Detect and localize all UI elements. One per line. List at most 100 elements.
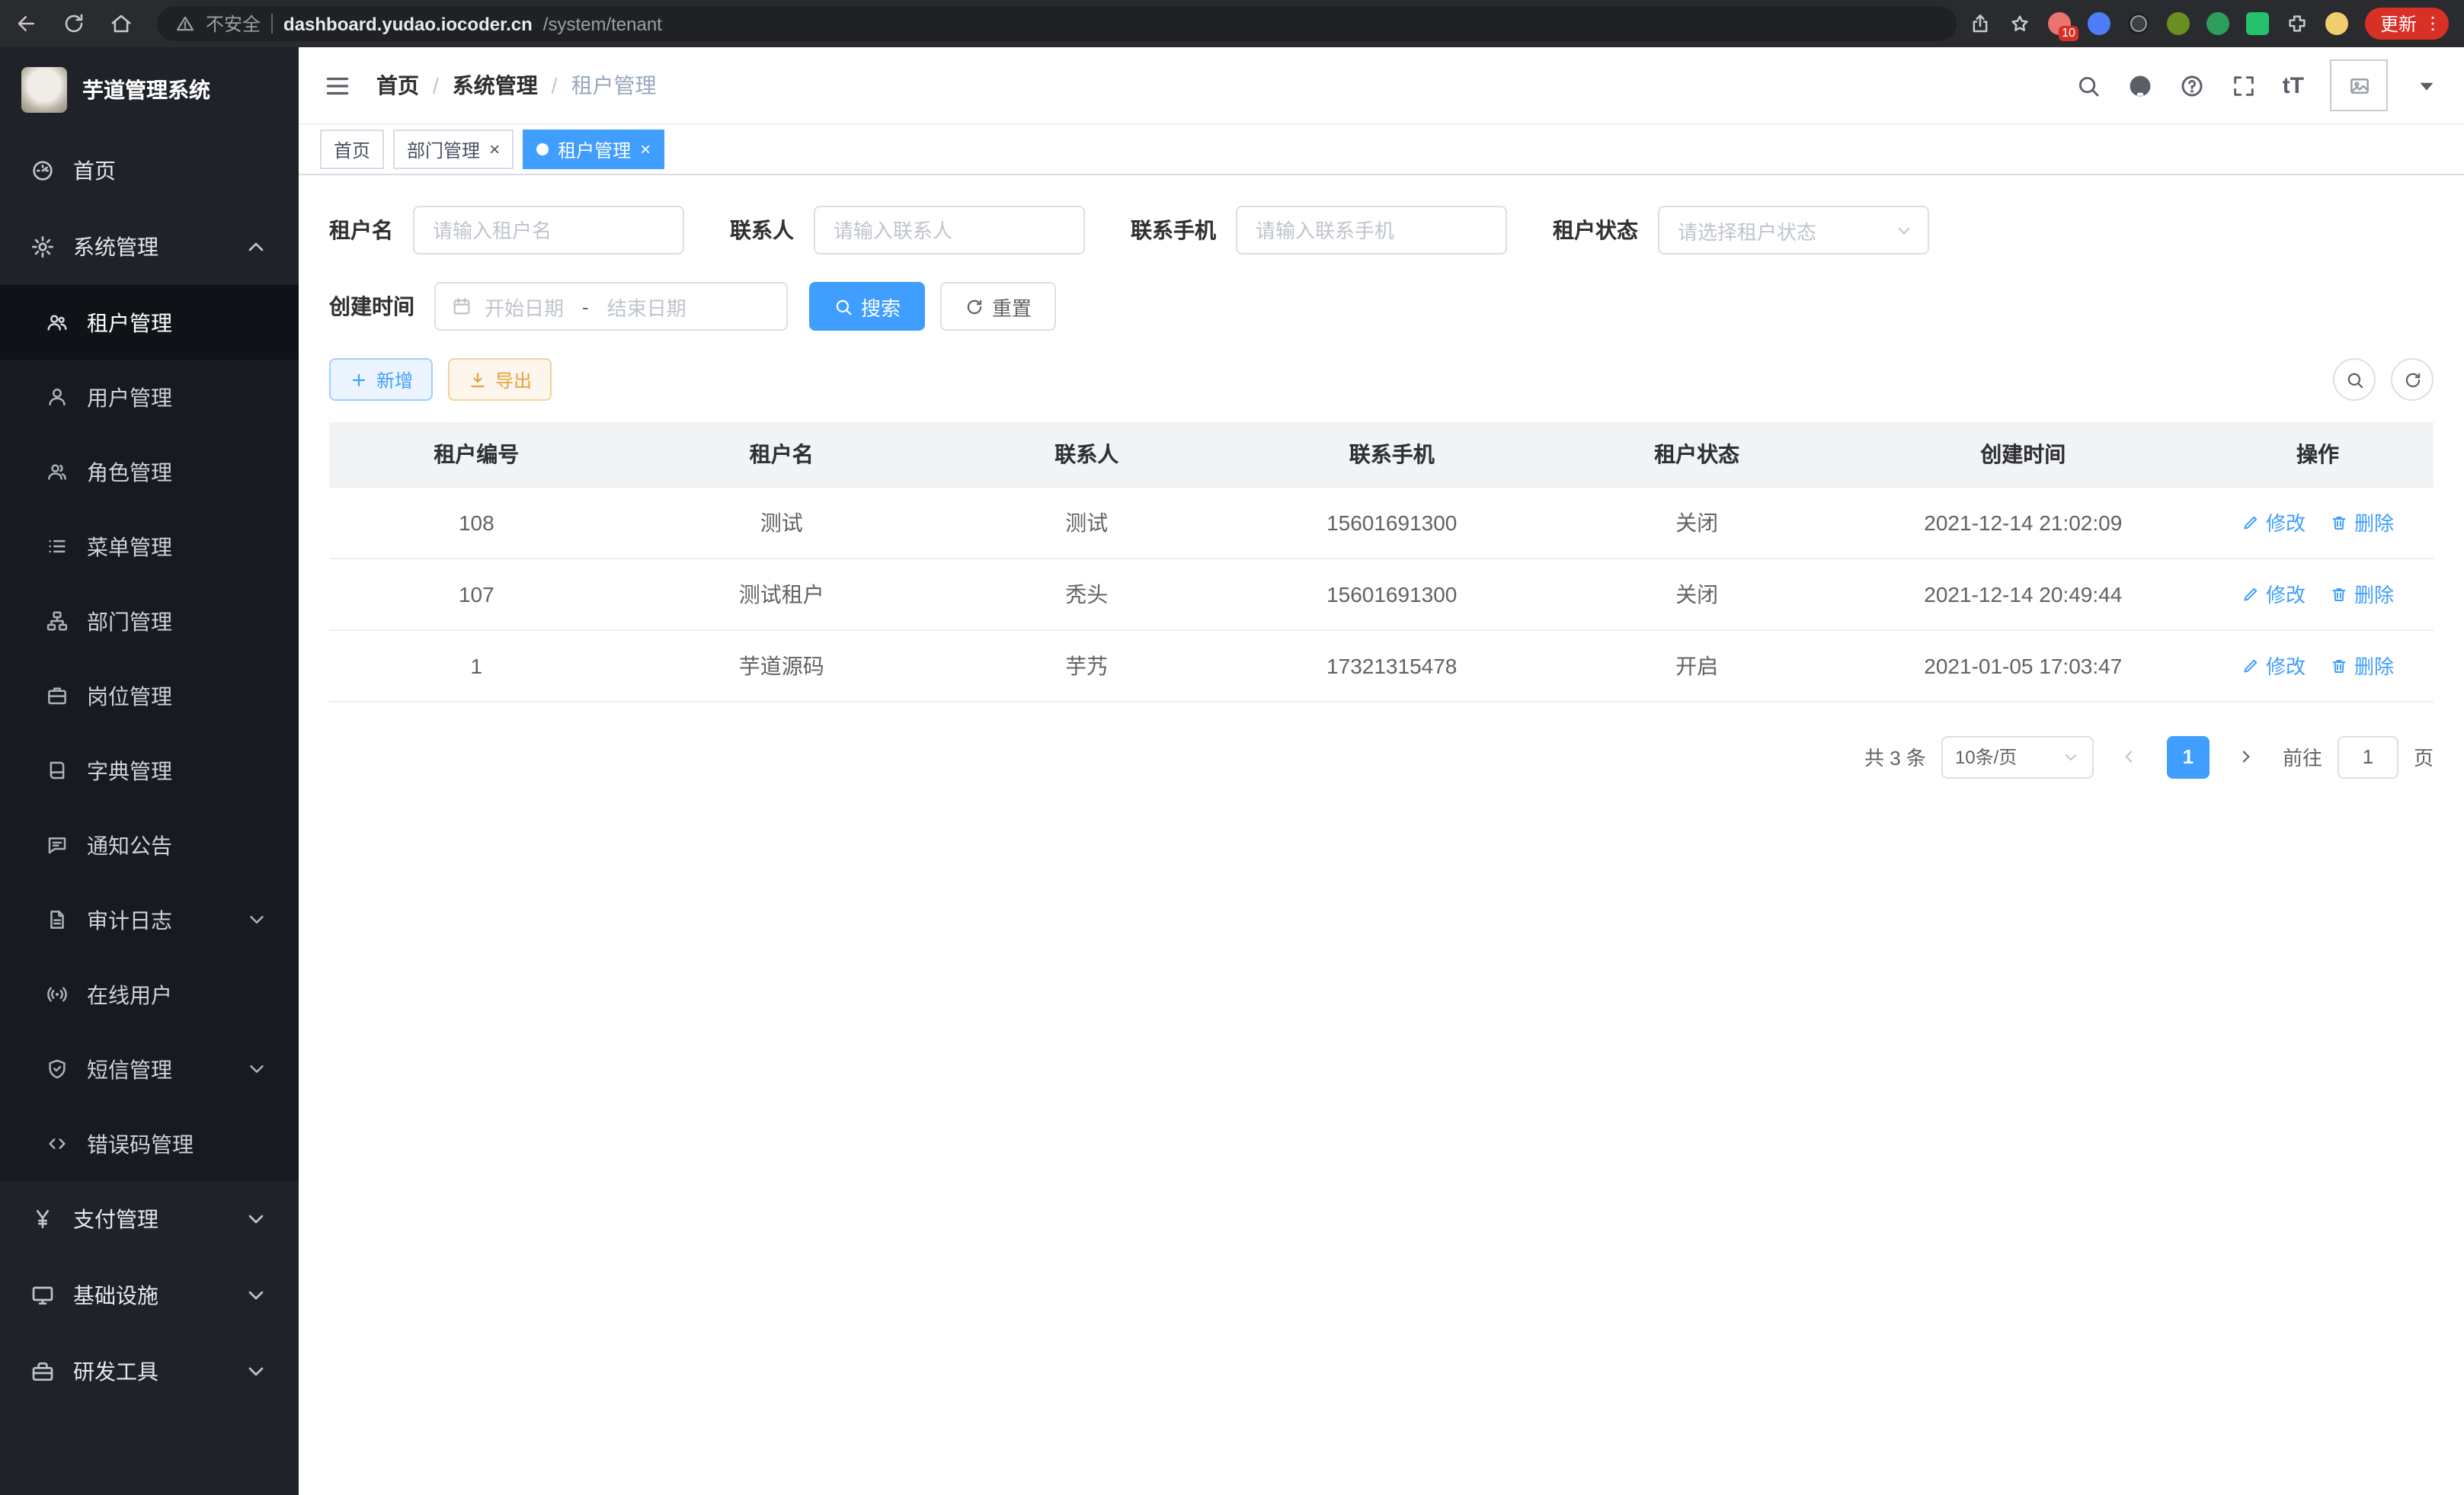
sidebar-item-post[interactable]: 岗位管理 bbox=[0, 658, 299, 733]
sidebar-item-error-code[interactable]: 错误码管理 bbox=[0, 1106, 299, 1181]
breadcrumb-item[interactable]: 首页 bbox=[376, 70, 419, 101]
prev-page-button[interactable] bbox=[2109, 735, 2152, 778]
github-icon[interactable] bbox=[2127, 72, 2153, 98]
sidebar-item-tenant[interactable]: 租户管理 bbox=[0, 285, 299, 360]
tenant-name-input[interactable] bbox=[413, 206, 684, 255]
close-icon[interactable]: × bbox=[640, 140, 651, 158]
delete-button[interactable]: 删除 bbox=[2330, 507, 2394, 536]
profile-avatar[interactable] bbox=[2325, 12, 2348, 35]
edit-button[interactable]: 修改 bbox=[2242, 651, 2306, 680]
user-avatar[interactable] bbox=[2330, 59, 2388, 111]
extension-icon[interactable] bbox=[2167, 12, 2190, 35]
sidebar-item-label: 错误码管理 bbox=[87, 1128, 194, 1159]
browser-menu-icon[interactable] bbox=[2423, 14, 2443, 34]
sidebar-item-pay[interactable]: 支付管理 bbox=[0, 1181, 299, 1257]
sidebar-item-audit-log[interactable]: 审计日志 bbox=[0, 882, 299, 957]
add-button[interactable]: 新增 bbox=[329, 358, 433, 401]
sidebar-item-label: 部门管理 bbox=[87, 606, 172, 636]
sidebar-item-sms[interactable]: 短信管理 bbox=[0, 1032, 299, 1106]
tab-label: 首页 bbox=[334, 136, 370, 162]
extension-icon[interactable] bbox=[2206, 12, 2229, 35]
goto-page-input[interactable] bbox=[2338, 735, 2398, 778]
sidebar-item-notice[interactable]: 通知公告 bbox=[0, 808, 299, 882]
export-button[interactable]: 导出 bbox=[448, 358, 552, 401]
extension-icon[interactable] bbox=[2246, 12, 2269, 35]
sidebar-item-devtool[interactable]: 研发工具 bbox=[0, 1333, 299, 1410]
tab-tenant[interactable]: 租户管理× bbox=[523, 130, 664, 169]
next-page-button[interactable] bbox=[2225, 735, 2267, 778]
sidebar-item-menu[interactable]: 菜单管理 bbox=[0, 509, 299, 584]
sidebar-toggle-icon[interactable] bbox=[323, 71, 352, 100]
browser-back-icon[interactable] bbox=[15, 12, 38, 35]
browser-update-button[interactable]: 更新 bbox=[2365, 8, 2449, 40]
create-time-range-picker[interactable]: 开始日期 - 结束日期 bbox=[434, 282, 788, 331]
chevron-down-icon bbox=[1894, 220, 1914, 240]
bookmark-star-icon[interactable] bbox=[2008, 12, 2031, 35]
phone-input[interactable] bbox=[1236, 206, 1507, 255]
delete-button[interactable]: 删除 bbox=[2330, 651, 2394, 680]
refresh-icon bbox=[2402, 370, 2422, 389]
sidebar-item-infra[interactable]: 基础设施 bbox=[0, 1257, 299, 1333]
help-icon[interactable] bbox=[2179, 72, 2205, 98]
close-icon[interactable]: × bbox=[489, 140, 500, 158]
page-size-select[interactable]: 10条/页 bbox=[1941, 735, 2094, 778]
extension-icon[interactable] bbox=[2088, 12, 2110, 35]
sidebar-item-dept[interactable]: 部门管理 bbox=[0, 584, 299, 658]
browser-home-icon[interactable] bbox=[110, 12, 133, 35]
breadcrumb-item[interactable]: 系统管理 bbox=[453, 70, 538, 101]
refresh-icon bbox=[965, 296, 984, 316]
search-button[interactable]: 搜索 bbox=[809, 282, 925, 331]
avatar-caret-icon[interactable] bbox=[2414, 72, 2440, 98]
logo-avatar bbox=[21, 67, 67, 113]
sidebar-item-label: 支付管理 bbox=[73, 1204, 158, 1234]
chevron-down-icon bbox=[245, 1058, 268, 1080]
extension-icon[interactable]: 10 bbox=[2048, 12, 2071, 35]
address-bar[interactable]: 不安全 dashboard.yudao.iocoder.cn /system/t… bbox=[157, 6, 1957, 41]
show-search-toggle-button[interactable] bbox=[2333, 358, 2376, 401]
font-size-icon[interactable]: tT bbox=[2283, 72, 2304, 98]
sidebar-item-user[interactable]: 用户管理 bbox=[0, 360, 299, 434]
cell-contact: 测试 bbox=[939, 486, 1234, 558]
sidebar-item-label: 基础设施 bbox=[73, 1280, 158, 1311]
security-label: 不安全 bbox=[206, 11, 261, 37]
reset-button-label: 重置 bbox=[992, 292, 1032, 321]
document-icon bbox=[46, 908, 69, 931]
update-label: 更新 bbox=[2380, 11, 2417, 37]
extension-icon[interactable] bbox=[2127, 12, 2150, 35]
top-navbar: 首页 / 系统管理 / 租户管理 tT bbox=[299, 47, 2464, 123]
search-icon[interactable] bbox=[2075, 72, 2101, 98]
table-toolbar: 新增 导出 bbox=[329, 358, 2434, 401]
sidebar-item-home[interactable]: 首页 bbox=[0, 133, 299, 209]
edit-button[interactable]: 修改 bbox=[2242, 507, 2306, 536]
status-select[interactable]: 请选择租户状态 bbox=[1658, 206, 1929, 255]
share-icon[interactable] bbox=[1969, 12, 1992, 35]
chevron-down-icon bbox=[244, 1359, 268, 1384]
reset-button[interactable]: 重置 bbox=[940, 282, 1056, 331]
tab-dept[interactable]: 部门管理× bbox=[393, 130, 514, 169]
cell-actions: 修改删除 bbox=[2202, 558, 2434, 629]
contact-input[interactable] bbox=[814, 206, 1085, 255]
sidebar-logo[interactable]: 芋道管理系统 bbox=[0, 47, 299, 133]
sidebar-item-online-user[interactable]: 在线用户 bbox=[0, 957, 299, 1032]
tenant-table: 租户编号租户名联系人联系手机租户状态创建时间操作 108测试测试15601691… bbox=[329, 422, 2434, 702]
plus-icon bbox=[349, 370, 369, 389]
cell-status: 开启 bbox=[1550, 629, 1845, 701]
page-number-button[interactable]: 1 bbox=[2167, 735, 2210, 778]
address-divider bbox=[271, 14, 273, 34]
sidebar-item-role[interactable]: 角色管理 bbox=[0, 434, 299, 509]
refresh-table-button[interactable] bbox=[2391, 358, 2434, 401]
delete-button[interactable]: 删除 bbox=[2330, 579, 2394, 608]
edit-button[interactable]: 修改 bbox=[2242, 579, 2306, 608]
chevron-down-icon bbox=[245, 908, 268, 931]
toolbox-icon bbox=[30, 1359, 55, 1384]
sidebar-item-system[interactable]: 系统管理 bbox=[0, 209, 299, 285]
extensions-puzzle-icon[interactable] bbox=[2286, 12, 2309, 35]
fullscreen-icon[interactable] bbox=[2231, 72, 2257, 98]
active-tab-dot bbox=[536, 143, 549, 155]
yen-icon bbox=[30, 1207, 55, 1231]
delete-icon bbox=[2330, 584, 2348, 603]
browser-reload-icon[interactable] bbox=[62, 12, 85, 35]
sidebar-item-dict[interactable]: 字典管理 bbox=[0, 733, 299, 808]
cell-created: 2021-01-05 17:03:47 bbox=[1845, 629, 2203, 701]
tab-home[interactable]: 首页 bbox=[320, 130, 384, 169]
